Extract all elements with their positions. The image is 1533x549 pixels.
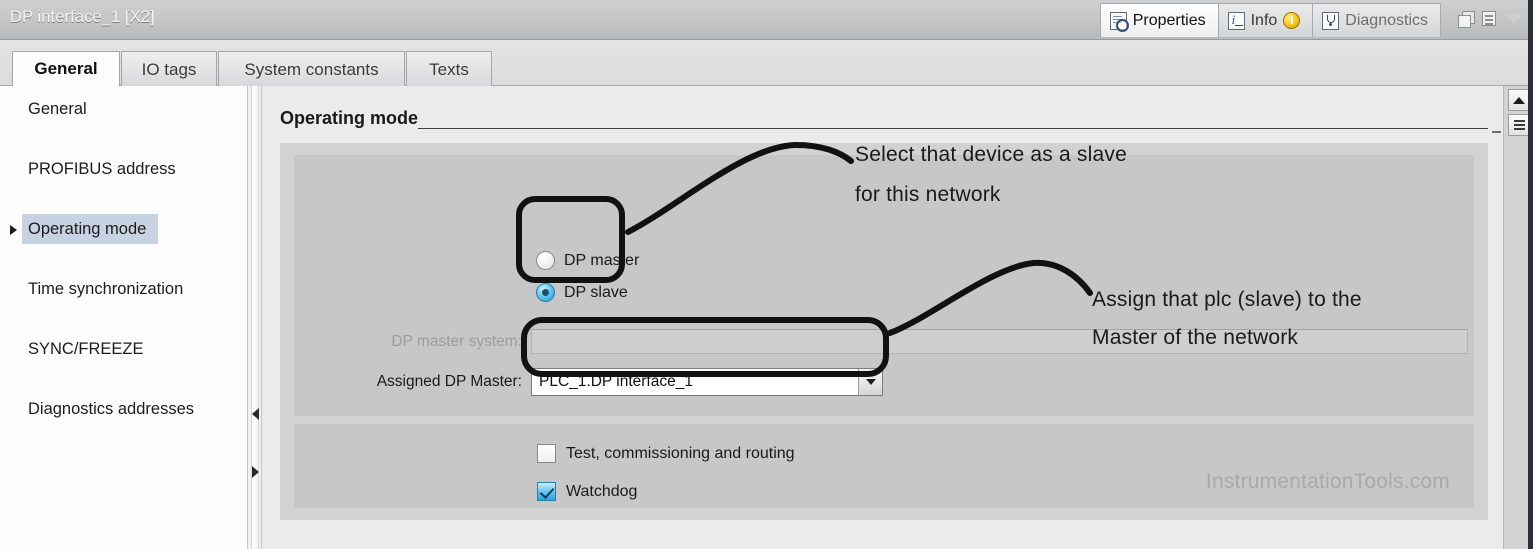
- dp-master-system-field: [531, 329, 1468, 354]
- sidebar-item-general-label: General: [28, 99, 87, 118]
- watermark: InstrumentationTools.com: [1205, 470, 1450, 493]
- panel-splitter[interactable]: [248, 86, 262, 549]
- window-titlebar: DP interface_1 [X2] Properties Info i Di…: [0, 0, 1533, 40]
- checkbox-test-commissioning-routing-box[interactable]: [537, 444, 556, 463]
- properties-icon: [1109, 11, 1129, 32]
- collapse-icon[interactable]: [1505, 13, 1523, 24]
- splitter-expand-right-icon[interactable]: [252, 466, 259, 478]
- annotation-master-line2: Master of the network: [1092, 326, 1299, 349]
- sidebar-item-diagnostics-addresses-label: Diagnostics addresses: [28, 399, 194, 418]
- chevron-up-icon: [1513, 96, 1525, 104]
- tab-general-label: General: [34, 59, 98, 78]
- property-navigation-tree: General PROFIBUS address Operating mode …: [0, 86, 248, 549]
- tab-texts[interactable]: Texts: [406, 51, 492, 87]
- tab-diagnostics[interactable]: Diagnostics: [1312, 3, 1441, 37]
- splitter-collapse-left-icon[interactable]: [252, 408, 259, 420]
- radio-dp-master-indicator[interactable]: [536, 251, 555, 270]
- checkbox-test-commissioning-routing[interactable]: Test, commissioning and routing: [537, 444, 795, 463]
- window-controls: [1458, 11, 1523, 28]
- info-icon: [1227, 11, 1245, 30]
- dp-master-system-label: DP master system:: [391, 333, 522, 350]
- sidebar-item-sync-freeze[interactable]: SYNC/FREEZE: [0, 334, 247, 364]
- sidebar-item-time-synchronization-label: Time synchronization: [28, 279, 184, 298]
- tab-properties-label: Properties: [1132, 11, 1206, 29]
- page-title: Operating mode: [280, 108, 419, 128]
- section-divider: [418, 128, 1488, 129]
- diagnostics-icon: [1322, 11, 1340, 30]
- splitter-track[interactable]: [251, 86, 259, 549]
- tab-io-tags-label: IO tags: [141, 59, 197, 79]
- window-title: DP interface_1 [X2]: [10, 8, 155, 26]
- tab-general[interactable]: General: [12, 51, 120, 87]
- info-badge: i: [1283, 12, 1301, 29]
- radio-dp-slave-label: DP slave: [564, 283, 628, 301]
- checkbox-watchdog-label: Watchdog: [566, 482, 638, 500]
- chevron-right-icon[interactable]: [10, 225, 17, 235]
- assigned-dp-master-combobox[interactable]: PLC_1.DP interface_1: [531, 368, 883, 396]
- tab-io-tags[interactable]: IO tags: [121, 51, 217, 87]
- tab-system-constants-label: System constants: [244, 59, 379, 79]
- options-group: Test, commissioning and routing Watchdog…: [294, 424, 1474, 508]
- window-right-edge: [1528, 0, 1533, 549]
- sidebar-item-profibus-address[interactable]: PROFIBUS address: [0, 154, 247, 184]
- sidebar-item-general[interactable]: General: [0, 94, 247, 124]
- tab-diagnostics-label: Diagnostics: [1345, 11, 1428, 29]
- property-tab-strip: General IO tags System constants Texts: [0, 40, 1533, 87]
- restore-icon[interactable]: [1458, 11, 1475, 28]
- chevron-down-icon: [865, 379, 876, 385]
- tia-portal-properties-window: DP interface_1 [X2] Properties Info i Di…: [0, 0, 1533, 549]
- checkbox-watchdog-box[interactable]: [537, 482, 556, 501]
- sidebar-item-time-synchronization[interactable]: Time synchronization: [0, 274, 247, 304]
- checkbox-test-commissioning-routing-label: Test, commissioning and routing: [566, 444, 795, 462]
- grip-lines-icon: [1513, 119, 1525, 131]
- tab-properties[interactable]: Properties: [1099, 3, 1218, 37]
- sidebar-item-diagnostics-addresses[interactable]: Diagnostics addresses: [0, 394, 247, 424]
- radio-dp-master[interactable]: DP master: [536, 251, 639, 270]
- tab-texts-label: Texts: [429, 59, 469, 79]
- scroll-tick-marker: [1492, 131, 1501, 133]
- scroll-up-button[interactable]: [1508, 89, 1530, 111]
- sidebar-item-sync-freeze-label: SYNC/FREEZE: [28, 339, 144, 358]
- sidebar-item-operating-mode[interactable]: Operating mode: [10, 214, 158, 244]
- tab-info[interactable]: Info i: [1217, 3, 1313, 37]
- sidebar-item-operating-mode-label: Operating mode: [28, 219, 147, 239]
- radio-dp-slave-indicator[interactable]: [536, 283, 555, 302]
- radio-dp-master-label: DP master: [564, 251, 640, 269]
- annotation-master-line1: Assign that plc (slave) to the: [1092, 288, 1362, 311]
- assigned-dp-master-dropdown-button[interactable]: [858, 369, 882, 395]
- annotation-slave-line2: for this network: [855, 183, 1001, 206]
- menu-icon[interactable]: [1482, 11, 1496, 26]
- tab-system-constants[interactable]: System constants: [218, 51, 405, 87]
- tab-info-label: Info: [1250, 11, 1278, 29]
- annotation-slave-line1: Select that device as a slave: [855, 143, 1127, 166]
- scrollbar-thumb[interactable]: [1508, 114, 1530, 136]
- checkbox-watchdog[interactable]: Watchdog: [537, 482, 637, 501]
- sidebar-item-profibus-address-label: PROFIBUS address: [28, 159, 176, 178]
- assigned-dp-master-value: PLC_1.DP interface_1: [539, 373, 693, 390]
- radio-dp-slave[interactable]: DP slave: [536, 283, 628, 302]
- assigned-dp-master-label: Assigned DP Master:: [376, 373, 522, 390]
- inspector-tab-group: Properties Info i Diagnostics: [1099, 3, 1441, 37]
